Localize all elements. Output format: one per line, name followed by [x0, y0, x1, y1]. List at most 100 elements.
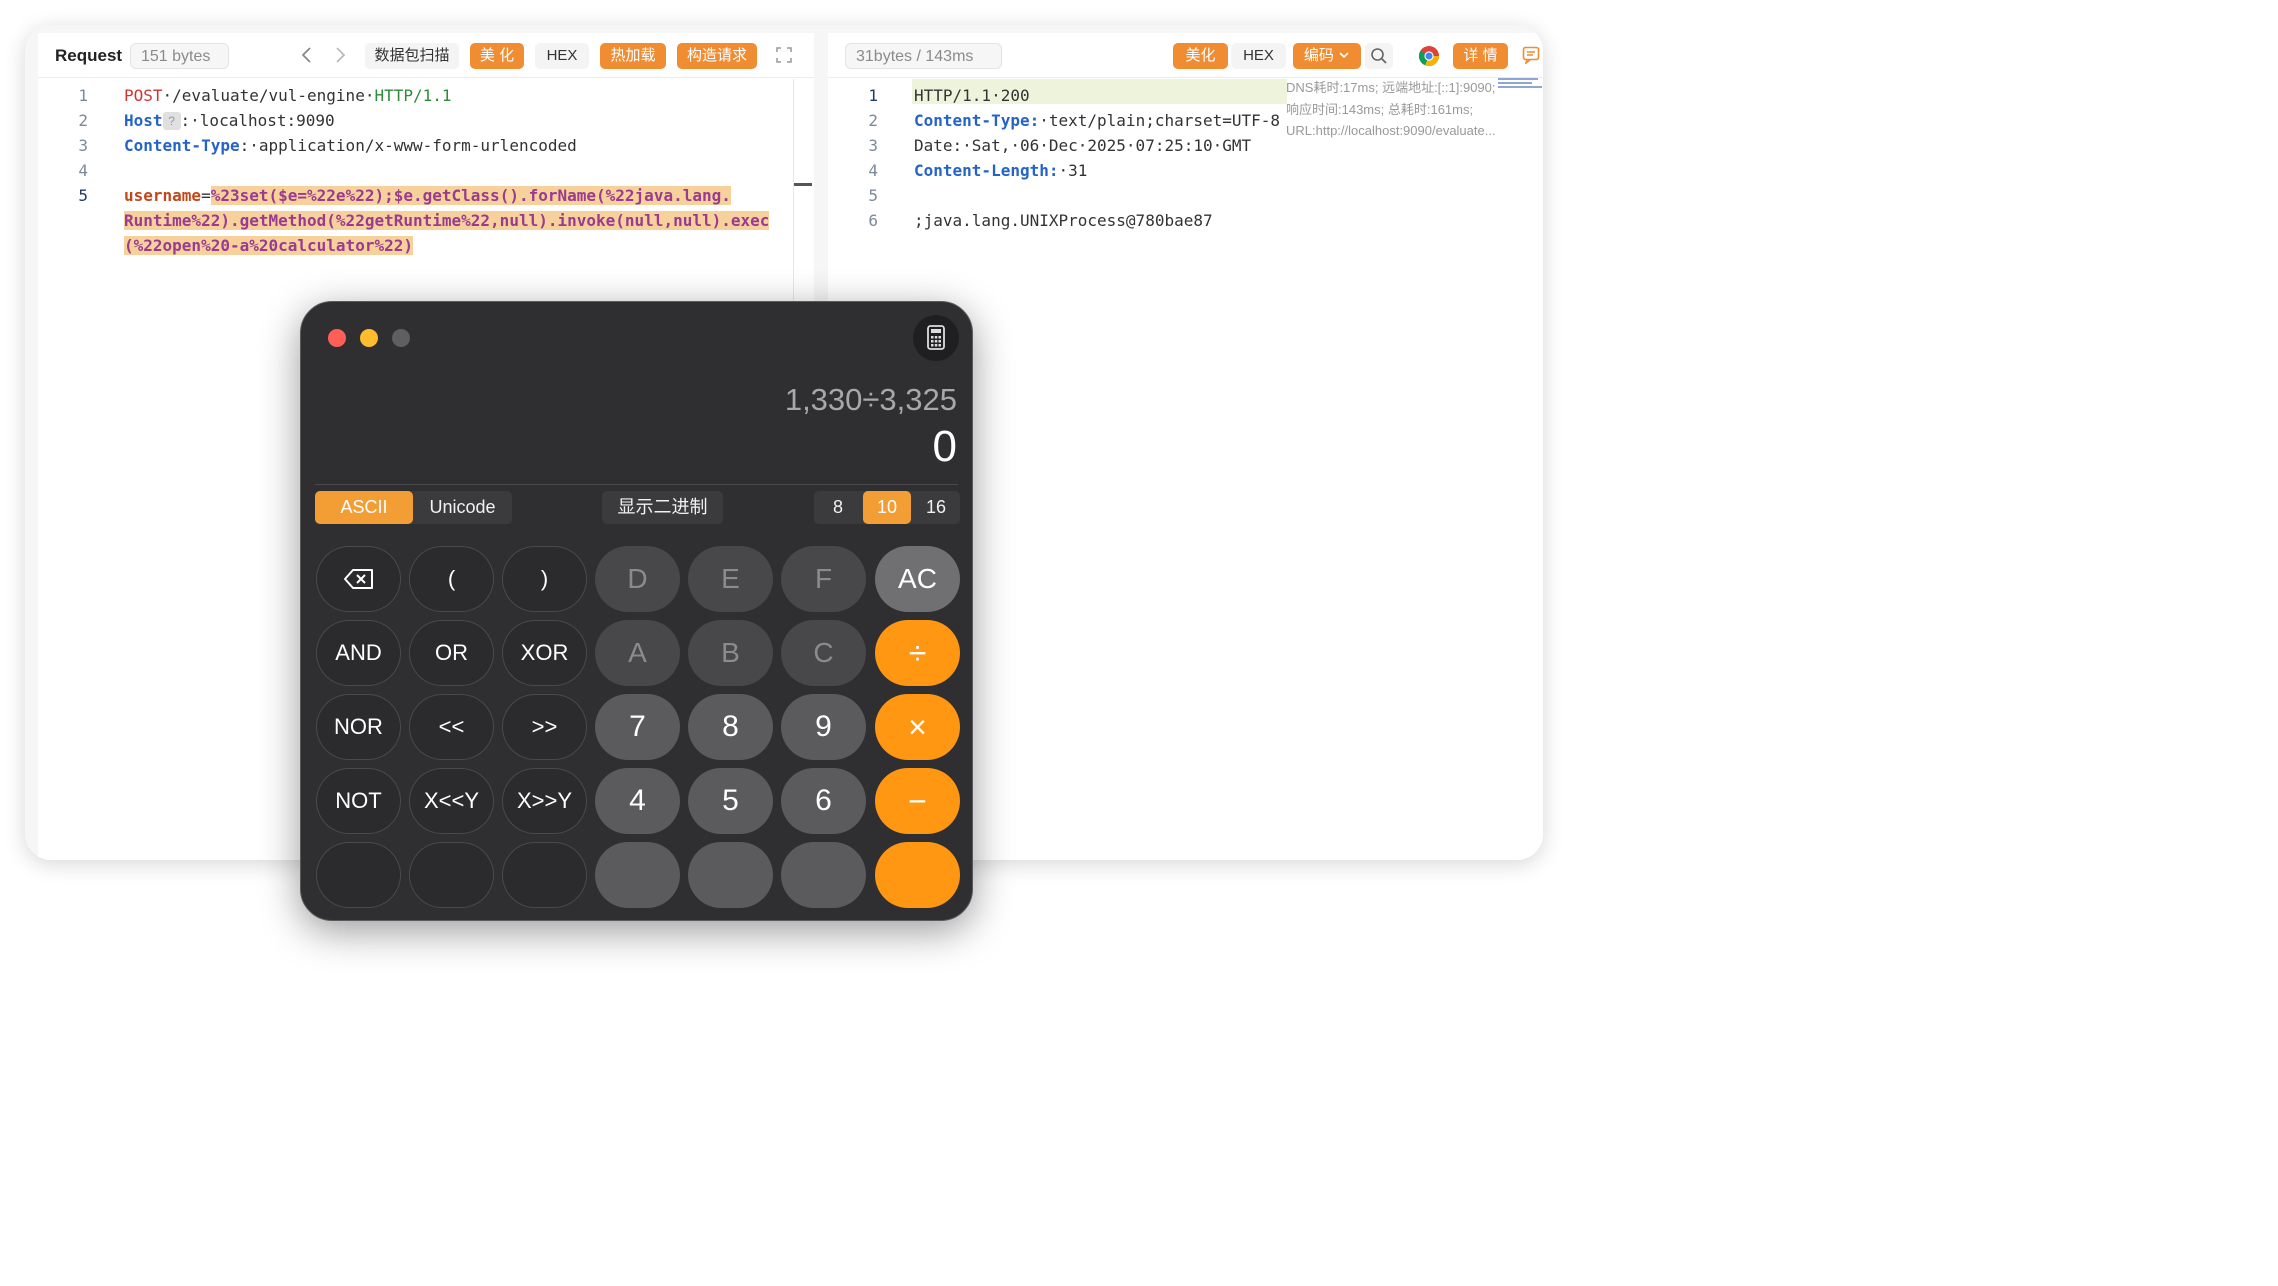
- key-label: ×: [908, 709, 927, 745]
- key-6[interactable]: 6: [781, 768, 866, 834]
- key-partial[interactable]: [595, 842, 680, 908]
- key-close-paren[interactable]: ): [502, 546, 587, 612]
- key-partial[interactable]: [781, 842, 866, 908]
- key-shift-left[interactable]: <<: [409, 694, 494, 760]
- key-label: NOR: [334, 714, 383, 739]
- construct-request-button[interactable]: 构造请求: [677, 43, 757, 69]
- key-not[interactable]: NOT: [316, 768, 401, 834]
- body-payload-line-3: (%22open%20-a%20calculator%22): [124, 236, 413, 255]
- header-key: Content-Type:: [914, 111, 1040, 130]
- key-shift-right[interactable]: >>: [502, 694, 587, 760]
- chevron-right-icon[interactable]: [333, 42, 347, 68]
- key-open-paren[interactable]: (: [409, 546, 494, 612]
- key-label: E: [721, 563, 740, 594]
- key-partial[interactable]: [502, 842, 587, 908]
- response-beautify-button[interactable]: 美化: [1173, 43, 1228, 69]
- mode-ascii[interactable]: ASCII: [315, 491, 413, 524]
- minimize-window-button[interactable]: [360, 329, 378, 347]
- key-label: A: [628, 637, 647, 668]
- header-key: Content-Type: [124, 136, 240, 155]
- key-c[interactable]: C: [781, 620, 866, 686]
- mode-unicode[interactable]: Unicode: [413, 491, 512, 524]
- base-10[interactable]: 10: [863, 491, 911, 524]
- scrollbar-thumb[interactable]: [794, 183, 812, 186]
- key-partial[interactable]: [875, 842, 960, 908]
- key-partial[interactable]: [409, 842, 494, 908]
- backspace-key[interactable]: [316, 546, 401, 612]
- key-label: ): [540, 566, 549, 591]
- header-key: Content-Length:: [914, 161, 1059, 180]
- key-or[interactable]: OR: [409, 620, 494, 686]
- key-a[interactable]: A: [595, 620, 680, 686]
- key-label: (: [447, 566, 456, 591]
- hex-button[interactable]: HEX: [535, 43, 589, 69]
- key-ac[interactable]: AC: [875, 546, 960, 612]
- key-9[interactable]: 9: [781, 694, 866, 760]
- key-x-shift-left-y[interactable]: X<<Y: [409, 768, 494, 834]
- comment-icon[interactable]: [1522, 46, 1540, 72]
- key-label: B: [721, 637, 740, 668]
- header-value: :·application/x-www-form-urlencoded: [239, 136, 577, 155]
- key-8[interactable]: 8: [688, 694, 773, 760]
- key-b[interactable]: B: [688, 620, 773, 686]
- zoom-window-button[interactable]: [392, 329, 410, 347]
- beautify-button[interactable]: 美 化: [470, 43, 524, 69]
- key-divide[interactable]: ÷: [875, 620, 960, 686]
- key-f[interactable]: F: [781, 546, 866, 612]
- line-number: 4: [78, 161, 88, 180]
- search-icon[interactable]: [1365, 43, 1393, 69]
- line-number: 1: [868, 86, 878, 105]
- key-label: 8: [722, 710, 739, 743]
- request-line-4: 4: [38, 158, 778, 183]
- key-x-shift-right-y[interactable]: X>>Y: [502, 768, 587, 834]
- key-5[interactable]: 5: [688, 768, 773, 834]
- key-d[interactable]: D: [595, 546, 680, 612]
- calculator-icon[interactable]: [913, 315, 959, 361]
- key-multiply[interactable]: ×: [875, 694, 960, 760]
- fullscreen-icon[interactable]: [775, 46, 793, 72]
- detail-button[interactable]: 详 情: [1453, 43, 1508, 69]
- close-window-button[interactable]: [328, 329, 346, 347]
- hot-load-button[interactable]: 热加载: [600, 43, 666, 69]
- key-label: XOR: [520, 640, 569, 665]
- show-binary-toggle[interactable]: 显示二进制: [602, 491, 723, 524]
- help-icon[interactable]: ?: [162, 112, 181, 130]
- response-toolbar: 31bytes / 143ms 美化 HEX 编码 详 情: [828, 33, 1543, 78]
- timing-info: DNS耗时:17ms; 远端地址:[::1]:9090; 响应时间:143ms;…: [1286, 80, 1496, 138]
- key-label: D: [627, 563, 648, 594]
- key-label: ÷: [908, 635, 927, 671]
- key-e[interactable]: E: [688, 546, 773, 612]
- key-partial[interactable]: [688, 842, 773, 908]
- minimap[interactable]: [1498, 78, 1542, 92]
- chrome-icon[interactable]: [1418, 45, 1440, 71]
- request-title: Request: [55, 46, 123, 65]
- body-payload-line-2: Runtime%22).getMethod(%22getRuntime%22,n…: [124, 211, 770, 230]
- key-and[interactable]: AND: [316, 620, 401, 686]
- http-method: POST: [124, 86, 163, 105]
- request-line-3: 3 Content-Type:·application/x-www-form-u…: [38, 133, 778, 158]
- key-label: NOT: [335, 788, 382, 813]
- calc-result: 0: [932, 422, 957, 471]
- key-label: <<: [438, 714, 465, 739]
- response-hex-button[interactable]: HEX: [1231, 43, 1286, 69]
- encoding-mode-segment: ASCII Unicode: [315, 491, 512, 524]
- key-minus[interactable]: −: [875, 768, 960, 834]
- key-4[interactable]: 4: [595, 768, 680, 834]
- key-partial[interactable]: [316, 842, 401, 908]
- key-nor[interactable]: NOR: [316, 694, 401, 760]
- base-8[interactable]: 8: [814, 491, 862, 524]
- key-label: 5: [722, 784, 739, 817]
- line-number: 5: [868, 186, 878, 205]
- chevron-left-icon[interactable]: [300, 42, 314, 68]
- key-label: 6: [815, 784, 832, 817]
- key-label: X<<Y: [423, 788, 480, 813]
- request-line-2: 2 Host?:·localhost:9090: [38, 108, 778, 133]
- key-7[interactable]: 7: [595, 694, 680, 760]
- base-16[interactable]: 16: [912, 491, 960, 524]
- packet-scan-button[interactable]: 数据包扫描: [365, 43, 459, 69]
- line-number: 6: [868, 211, 878, 230]
- encoding-dropdown[interactable]: 编码: [1293, 43, 1361, 69]
- body-payload-line-1: %23set($e=%22e%22);$e.getClass().forName…: [210, 186, 731, 205]
- key-label: 9: [815, 710, 832, 743]
- key-xor[interactable]: XOR: [502, 620, 587, 686]
